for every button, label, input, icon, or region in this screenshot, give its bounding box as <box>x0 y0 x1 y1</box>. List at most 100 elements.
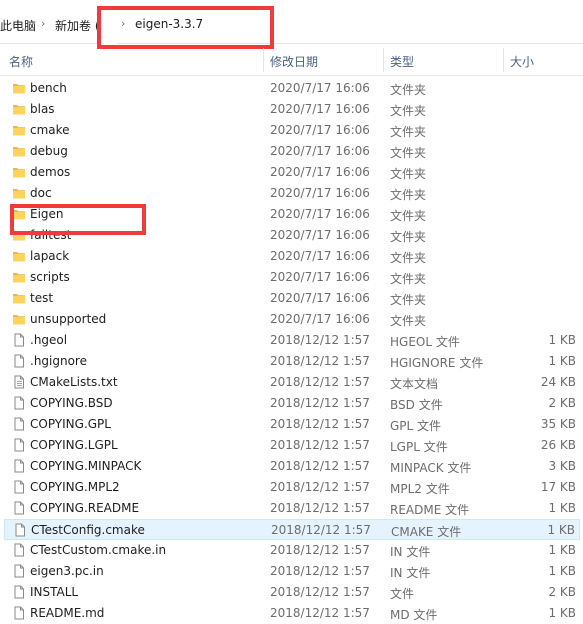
column-divider[interactable] <box>383 48 384 72</box>
file-name: bench <box>30 81 67 95</box>
file-name: unsupported <box>30 312 107 326</box>
file-date: 2018/12/12 1:57 <box>270 564 370 578</box>
column-header-size[interactable]: 大小 <box>510 53 534 70</box>
folder-icon <box>12 270 26 284</box>
chevron-right-icon[interactable]: › <box>41 17 45 30</box>
file-date: 2020/7/17 16:06 <box>270 270 370 284</box>
folder-icon <box>12 144 26 158</box>
file-date: 2018/12/12 1:57 <box>270 585 370 599</box>
file-icon <box>12 543 26 557</box>
file-date: 2020/7/17 16:06 <box>270 186 370 200</box>
file-size: 1 KB <box>548 354 576 368</box>
file-name: scripts <box>30 270 70 284</box>
file-row[interactable]: .hgignore 2018/12/12 1:57 HGIGNORE 文件 1 KB <box>4 351 580 372</box>
folder-icon <box>12 291 26 305</box>
file-row[interactable]: COPYING.README 2018/12/12 1:57 README 文件 1 … <box>4 498 580 519</box>
file-row[interactable]: lapack 2020/7/17 16:06 文件夹 <box>4 246 580 267</box>
file-date: 2020/7/17 16:06 <box>270 312 370 326</box>
folder-icon <box>12 207 26 221</box>
file-name: test <box>30 291 54 305</box>
file-size: 1 KB <box>548 333 576 347</box>
file-type: 文件夹 <box>390 272 427 286</box>
file-name: CMakeLists.txt <box>30 375 118 389</box>
file-row[interactable]: COPYING.MINPACK 2018/12/12 1:57 MINPACK 文件… <box>4 456 580 477</box>
file-row[interactable]: COPYING.GPL 2018/12/12 1:57 GPL 文件 35 KB <box>4 414 580 435</box>
file-size: 2 KB <box>548 585 576 599</box>
file-size: 1 KB <box>548 564 576 578</box>
file-row[interactable]: cmake 2020/7/17 16:06 文件夹 <box>4 120 580 141</box>
file-name: COPYING.MPL2 <box>30 480 120 494</box>
file-icon <box>12 333 26 347</box>
file-row[interactable]: CTestConfig.cmake 2018/12/12 1:57 CMAKE 文件… <box>4 519 580 540</box>
file-name: blas <box>30 102 55 116</box>
file-size: 35 KB <box>540 417 576 431</box>
file-name: failtest <box>30 228 72 242</box>
file-row[interactable]: Eigen 2020/7/17 16:06 文件夹 <box>4 204 580 225</box>
file-size: 3 KB <box>548 459 576 473</box>
file-row[interactable]: doc 2020/7/17 16:06 文件夹 <box>4 183 580 204</box>
file-type: LGPL 文件 <box>390 440 448 454</box>
file-date: 2018/12/12 1:57 <box>270 606 370 620</box>
chevron-right-icon[interactable]: › <box>121 17 125 30</box>
file-row[interactable]: INSTALL 2018/12/12 1:57 文件 2 KB <box>4 582 580 603</box>
file-date: 2018/12/12 1:57 <box>270 501 370 515</box>
file-type: MD 文件 <box>390 608 438 622</box>
file-row[interactable]: COPYING.MPL2 2018/12/12 1:57 MPL2 文件 17 KB <box>4 477 580 498</box>
file-date: 2020/7/17 16:06 <box>270 165 370 179</box>
folder-icon <box>12 249 26 263</box>
file-name: CTestCustom.cmake.in <box>30 543 167 557</box>
file-row[interactable]: demos 2020/7/17 16:06 文件夹 <box>4 162 580 183</box>
column-divider[interactable] <box>263 48 264 72</box>
file-date: 2020/7/17 16:06 <box>270 144 370 158</box>
file-date: 2020/7/17 16:06 <box>270 102 370 116</box>
file-row[interactable]: blas 2020/7/17 16:06 文件夹 <box>4 99 580 120</box>
file-size: 26 KB <box>540 438 576 452</box>
file-row[interactable]: COPYING.BSD 2018/12/12 1:57 BSD 文件 2 KB <box>4 393 580 414</box>
column-header-date[interactable]: 修改日期 <box>270 53 318 70</box>
file-type: 文件夹 <box>390 167 427 181</box>
folder-icon <box>12 228 26 242</box>
file-type: HGEOL 文件 <box>390 335 460 349</box>
file-row[interactable]: bench 2020/7/17 16:06 文件夹 <box>4 78 580 99</box>
file-row[interactable]: README.md 2018/12/12 1:57 MD 文件 1 KB <box>4 603 580 624</box>
file-name: README.md <box>30 606 105 620</box>
file-name: .hgignore <box>30 354 87 368</box>
column-header-name[interactable]: 名称 <box>9 53 33 70</box>
file-type: 文件夹 <box>390 104 427 118</box>
file-name: INSTALL <box>30 585 79 599</box>
folder-icon <box>12 123 26 137</box>
file-date: 2018/12/12 1:57 <box>270 333 370 347</box>
file-row[interactable]: unsupported 2020/7/17 16:06 文件夹 <box>4 309 580 330</box>
file-row[interactable]: debug 2020/7/17 16:06 文件夹 <box>4 141 580 162</box>
file-row[interactable]: .hgeol 2018/12/12 1:57 HGEOL 文件 1 KB <box>4 330 580 351</box>
file-type: 文件夹 <box>390 188 427 202</box>
column-divider[interactable] <box>503 48 504 72</box>
file-date: 2020/7/17 16:06 <box>270 249 370 263</box>
file-size: 17 KB <box>540 480 576 494</box>
file-date: 2018/12/12 1:57 <box>270 543 370 557</box>
file-size: 1 KB <box>547 523 575 537</box>
file-icon <box>12 438 26 452</box>
breadcrumb: 此电脑 › 新加卷 (F:) › eigen-3.3.7 <box>0 0 583 44</box>
file-row[interactable]: scripts 2020/7/17 16:06 文件夹 <box>4 267 580 288</box>
file-type: HGIGNORE 文件 <box>390 356 484 370</box>
folder-icon <box>12 312 26 326</box>
folder-icon <box>12 81 26 95</box>
breadcrumb-this-pc[interactable]: 此电脑 <box>0 17 36 34</box>
file-type: 文本文档 <box>390 377 439 391</box>
file-row[interactable]: test 2020/7/17 16:06 文件夹 <box>4 288 580 309</box>
file-name: COPYING.LGPL <box>30 438 118 452</box>
file-row[interactable]: eigen3.pc.in 2018/12/12 1:57 IN 文件 1 KB <box>4 561 580 582</box>
highlight-box-cover <box>101 10 117 45</box>
file-row[interactable]: failtest 2020/7/17 16:06 文件夹 <box>4 225 580 246</box>
file-size: 2 KB <box>548 396 576 410</box>
file-row[interactable]: CMakeLists.txt 2018/12/12 1:57 文本文档 24 KB <box>4 372 580 393</box>
column-header-type[interactable]: 类型 <box>390 53 414 70</box>
file-name: demos <box>30 165 71 179</box>
breadcrumb-eigen[interactable]: eigen-3.3.7 <box>135 17 203 31</box>
file-icon <box>12 480 26 494</box>
file-icon <box>12 585 26 599</box>
file-row[interactable]: CTestCustom.cmake.in 2018/12/12 1:57 IN 文件… <box>4 540 580 561</box>
file-row[interactable]: COPYING.LGPL 2018/12/12 1:57 LGPL 文件 26 KB <box>4 435 580 456</box>
file-type: 文件夹 <box>390 230 427 244</box>
